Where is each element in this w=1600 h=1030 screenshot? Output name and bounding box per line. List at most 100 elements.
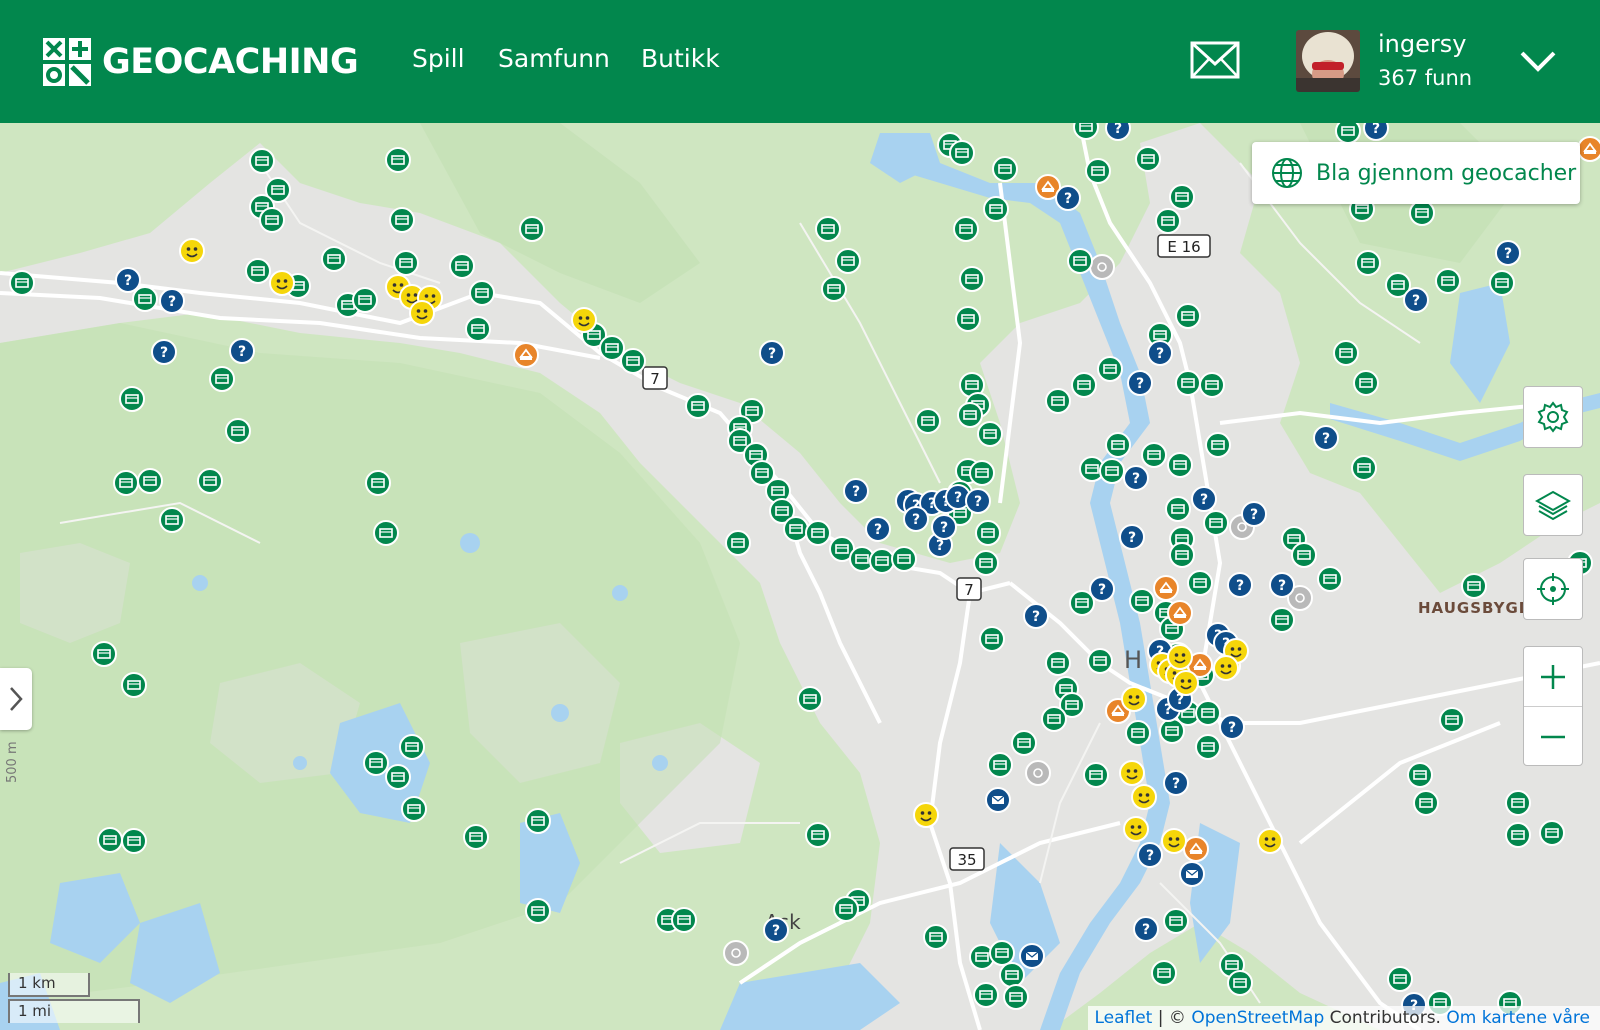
traditional-cache-icon[interactable]: [1439, 707, 1465, 733]
traditional-cache-icon[interactable]: [805, 822, 831, 848]
traditional-cache-icon[interactable]: [1125, 720, 1151, 746]
traditional-cache-icon[interactable]: [1071, 372, 1097, 398]
traditional-cache-icon[interactable]: [1489, 270, 1515, 296]
traditional-cache-icon[interactable]: [259, 207, 285, 233]
letterbox-cache-icon[interactable]: [985, 787, 1011, 813]
traditional-cache-icon[interactable]: [1045, 650, 1071, 676]
zoom-in-button[interactable]: [1524, 647, 1582, 707]
traditional-cache-icon[interactable]: [1333, 340, 1359, 366]
traditional-cache-icon[interactable]: [225, 418, 251, 444]
event-cache-icon[interactable]: [269, 270, 295, 296]
traditional-cache-icon[interactable]: [1539, 820, 1565, 846]
traditional-cache-icon[interactable]: [463, 824, 489, 850]
map-settings-button[interactable]: [1523, 386, 1583, 448]
about-maps-link[interactable]: Om kartene våre: [1446, 1008, 1590, 1028]
traditional-cache-icon[interactable]: [923, 924, 949, 950]
traditional-cache-icon[interactable]: [1351, 455, 1377, 481]
traditional-cache-icon[interactable]: [975, 520, 1001, 546]
traditional-cache-icon[interactable]: [797, 686, 823, 712]
traditional-cache-icon[interactable]: [1097, 356, 1123, 382]
mystery-cache-icon[interactable]: ?: [1105, 123, 1131, 141]
traditional-cache-icon[interactable]: [1067, 248, 1093, 274]
traditional-cache-icon[interactable]: [992, 156, 1018, 182]
zoom-out-button[interactable]: [1524, 707, 1582, 766]
traditional-cache-icon[interactable]: [1195, 700, 1221, 726]
traditional-cache-icon[interactable]: [1203, 510, 1229, 536]
sidebar-toggle[interactable]: [0, 668, 32, 730]
traditional-cache-icon[interactable]: [1413, 790, 1439, 816]
event-cache-icon[interactable]: [1167, 644, 1193, 670]
leaflet-link[interactable]: Leaflet: [1094, 1008, 1152, 1028]
mystery-cache-icon[interactable]: ?: [763, 917, 789, 943]
mystery-cache-icon[interactable]: ?: [1119, 524, 1145, 550]
multi-cache-icon[interactable]: [1153, 575, 1179, 601]
traditional-cache-icon[interactable]: [1041, 706, 1067, 732]
traditional-cache-icon[interactable]: [1099, 458, 1125, 484]
traditional-cache-icon[interactable]: [385, 764, 411, 790]
event-cache-icon[interactable]: [1121, 686, 1147, 712]
mystery-cache-icon[interactable]: ?: [151, 339, 177, 365]
geocaching-logo[interactable]: GEOCACHING: [42, 36, 359, 88]
traditional-cache-icon[interactable]: [1141, 442, 1167, 468]
disabled-cache-icon[interactable]: [1089, 254, 1115, 280]
mystery-cache-icon[interactable]: ?: [965, 488, 991, 514]
mystery-cache-icon[interactable]: ?: [759, 340, 785, 366]
multi-cache-icon[interactable]: [513, 342, 539, 368]
traditional-cache-icon[interactable]: [1169, 542, 1195, 568]
traditional-cache-icon[interactable]: [891, 546, 917, 572]
traditional-cache-icon[interactable]: [1317, 566, 1343, 592]
traditional-cache-icon[interactable]: [1187, 570, 1213, 596]
multi-cache-icon[interactable]: [1183, 836, 1209, 862]
traditional-cache-icon[interactable]: [979, 626, 1005, 652]
traditional-cache-icon[interactable]: [525, 808, 551, 834]
mystery-cache-icon[interactable]: ?: [903, 506, 929, 532]
traditional-cache-icon[interactable]: [983, 196, 1009, 222]
traditional-cache-icon[interactable]: [1163, 908, 1189, 934]
event-cache-icon[interactable]: [1257, 828, 1283, 854]
disabled-cache-icon[interactable]: [723, 940, 749, 966]
traditional-cache-icon[interactable]: [1167, 452, 1193, 478]
mystery-cache-icon[interactable]: ?: [1163, 770, 1189, 796]
traditional-cache-icon[interactable]: [91, 641, 117, 667]
traditional-cache-icon[interactable]: [519, 216, 545, 242]
traditional-cache-icon[interactable]: [959, 266, 985, 292]
traditional-cache-icon[interactable]: [389, 207, 415, 233]
mystery-cache-icon[interactable]: ?: [1269, 572, 1295, 598]
traditional-cache-icon[interactable]: [385, 147, 411, 173]
event-cache-icon[interactable]: [1123, 816, 1149, 842]
traditional-cache-icon[interactable]: [1269, 607, 1295, 633]
traditional-cache-icon[interactable]: [321, 246, 347, 272]
traditional-cache-icon[interactable]: [977, 421, 1003, 447]
mystery-cache-icon[interactable]: ?: [1241, 501, 1267, 527]
traditional-cache-icon[interactable]: [1335, 123, 1361, 144]
traditional-cache-icon[interactable]: [1435, 268, 1461, 294]
event-cache-icon[interactable]: [1119, 760, 1145, 786]
messages-button[interactable]: [1190, 40, 1240, 80]
traditional-cache-icon[interactable]: [1205, 432, 1231, 458]
mystery-cache-icon[interactable]: ?: [1023, 603, 1049, 629]
traditional-cache-icon[interactable]: [1045, 388, 1071, 414]
traditional-cache-icon[interactable]: [999, 962, 1025, 988]
browse-geocaches-button[interactable]: Bla gjennom geocacher: [1252, 142, 1580, 204]
traditional-cache-icon[interactable]: [449, 253, 475, 279]
mystery-cache-icon[interactable]: ?: [1495, 240, 1521, 266]
traditional-cache-icon[interactable]: [1073, 123, 1099, 140]
traditional-cache-icon[interactable]: [1175, 303, 1201, 329]
mystery-cache-icon[interactable]: ?: [159, 288, 185, 314]
traditional-cache-icon[interactable]: [1227, 970, 1253, 996]
multi-cache-icon[interactable]: [1167, 600, 1193, 626]
traditional-cache-icon[interactable]: [132, 286, 158, 312]
event-cache-icon[interactable]: [571, 307, 597, 333]
traditional-cache-icon[interactable]: [1199, 372, 1225, 398]
traditional-cache-icon[interactable]: [159, 507, 185, 533]
traditional-cache-icon[interactable]: [1409, 200, 1435, 226]
mystery-cache-icon[interactable]: ?: [1133, 916, 1159, 942]
mystery-cache-icon[interactable]: ?: [1363, 123, 1389, 141]
map-tiles[interactable]: E 16 7 7 35 Ask HAUGSBYGD H 500 m ??????…: [0, 123, 1600, 1030]
traditional-cache-icon[interactable]: [469, 280, 495, 306]
traditional-cache-icon[interactable]: [1011, 730, 1037, 756]
traditional-cache-icon[interactable]: [121, 672, 147, 698]
event-cache-icon[interactable]: [1131, 784, 1157, 810]
traditional-cache-icon[interactable]: [957, 402, 983, 428]
traditional-cache-icon[interactable]: [352, 287, 378, 313]
